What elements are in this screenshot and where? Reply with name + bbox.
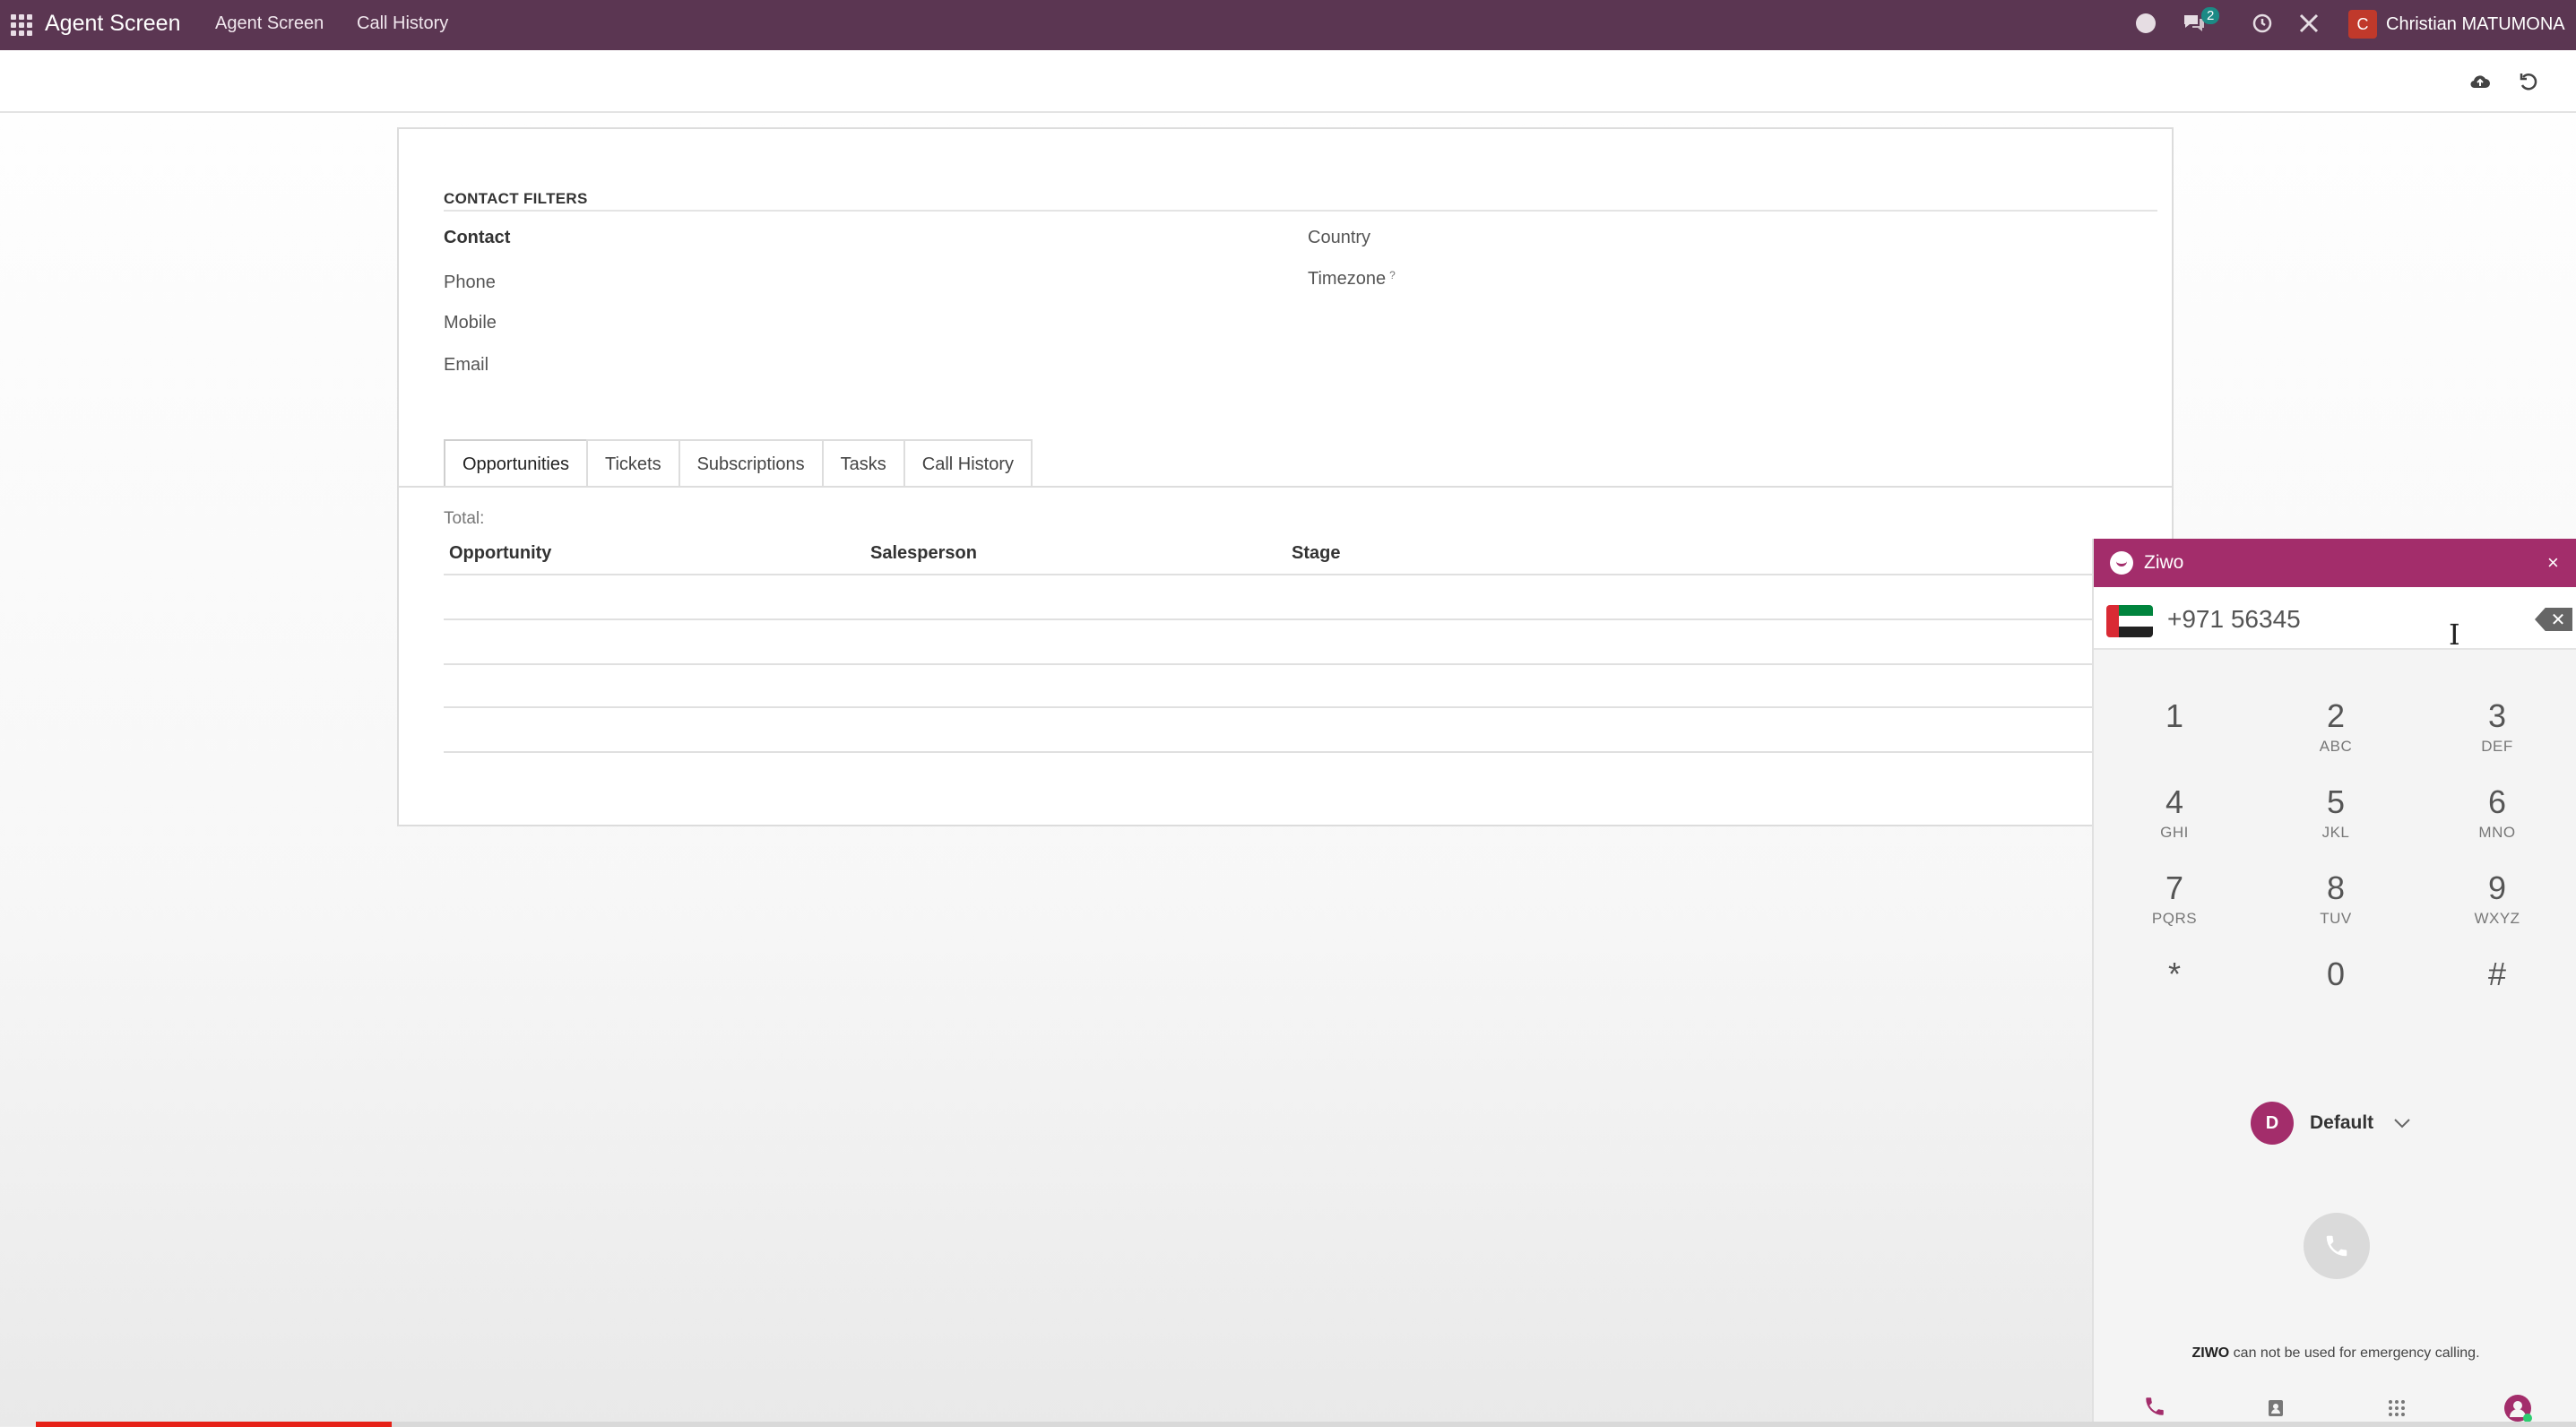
apps-menu-icon[interactable] xyxy=(9,13,32,36)
dial-key-1[interactable] xyxy=(2094,610,2201,682)
user-menu[interactable]: C Christian MATUMONA xyxy=(2348,10,2565,39)
help-tooltip-icon[interactable]: ? xyxy=(1389,269,1396,281)
activity-clock-icon[interactable] xyxy=(2250,11,2275,36)
contact-filters-title: CONTACT FILTERS xyxy=(444,190,588,207)
call-button[interactable] xyxy=(2304,1213,2370,1279)
emergency-disclaimer: ZIWO can not be used for emergency calli… xyxy=(2191,1345,2480,1361)
queue-avatar: D xyxy=(2251,1102,2294,1145)
dial-key-star[interactable]: * xyxy=(2121,956,2228,1028)
dial-key-2[interactable]: 2 ABC xyxy=(2282,698,2390,770)
close-icon[interactable]: × xyxy=(2547,551,2559,575)
nav-item-call-history[interactable]: Call History xyxy=(357,13,448,34)
tab-opportunities[interactable]: Opportunities xyxy=(444,439,588,488)
dialer-title: Ziwo xyxy=(2144,552,2184,573)
column-salesperson[interactable]: Salesperson xyxy=(870,543,977,564)
tab-subscriptions[interactable]: Subscriptions xyxy=(678,439,824,488)
dialer-header: Ziwo × xyxy=(2094,539,2576,587)
dial-key-4[interactable]: 4 GHI xyxy=(2121,784,2228,856)
user-avatar: C xyxy=(2348,10,2377,39)
debug-tools-icon[interactable] xyxy=(2296,11,2321,36)
tab-tickets[interactable]: Tickets xyxy=(585,439,680,488)
section-divider xyxy=(444,210,2157,212)
dial-key-hash[interactable]: # xyxy=(2443,956,2551,1028)
table-header-rule xyxy=(444,574,2147,575)
app-brand[interactable]: Agent Screen xyxy=(45,11,181,37)
dial-key-7[interactable]: 7 PQRS xyxy=(2121,870,2228,942)
nav-item-agent-screen[interactable]: Agent Screen xyxy=(215,13,324,34)
dial-key-5[interactable]: 5 JKL xyxy=(2282,784,2390,856)
timezone-label: Timezone? xyxy=(1308,269,1396,289)
chevron-down-icon xyxy=(2393,1114,2411,1133)
dial-key-8[interactable]: 8 TUV xyxy=(2282,870,2390,942)
column-stage[interactable]: Stage xyxy=(1292,543,1340,564)
mobile-label: Mobile xyxy=(444,313,497,333)
agent-form-sheet: CONTACT FILTERS Contact Phone Mobile Ema… xyxy=(397,127,2174,826)
control-panel xyxy=(0,50,2576,113)
user-name: Christian MATUMONA xyxy=(2386,13,2565,34)
top-navbar: Agent Screen Agent Screen Call History 2… xyxy=(0,0,2576,50)
backspace-icon[interactable]: ✕ xyxy=(2535,608,2572,631)
dial-key-3[interactable]: 3 DEF xyxy=(2443,698,2551,770)
email-label: Email xyxy=(444,355,489,375)
country-label: Country xyxy=(1308,228,1371,247)
phone-icon xyxy=(2326,1235,2347,1257)
messages-icon[interactable]: 2 xyxy=(2182,7,2220,36)
table-row xyxy=(444,663,2147,665)
phone-label: Phone xyxy=(444,272,496,292)
table-row xyxy=(444,706,2147,708)
table-row xyxy=(444,618,2147,620)
tab-tasks[interactable]: Tasks xyxy=(821,439,905,488)
ziwo-dialer-panel: Ziwo × ✕ I 1 2ABC 3DEF 4GHI 5JKL 6MNO 7P… xyxy=(2092,539,2576,1427)
status-icon[interactable] xyxy=(2133,11,2158,36)
column-opportunity[interactable]: Opportunity xyxy=(449,543,551,564)
ziwo-logo-icon xyxy=(2110,551,2133,575)
messages-badge: 2 xyxy=(2201,7,2220,24)
dial-key-1[interactable]: 1 xyxy=(2121,698,2228,770)
tab-call-history[interactable]: Call History xyxy=(903,439,1033,488)
contact-label[interactable]: Contact xyxy=(444,228,510,248)
notebook-tabs: Opportunities Tickets Subscriptions Task… xyxy=(444,439,1033,488)
video-progress-bar[interactable] xyxy=(36,1422,2576,1427)
tabs-divider xyxy=(399,486,2172,488)
dial-key-6[interactable]: 6 MNO xyxy=(2443,784,2551,856)
undo-icon[interactable] xyxy=(2515,68,2542,95)
dial-key-9[interactable]: 9 WXYZ xyxy=(2443,870,2551,942)
dial-key-0[interactable]: 0 xyxy=(2282,956,2390,1028)
cloud-upload-icon[interactable] xyxy=(2467,68,2494,95)
table-row xyxy=(444,751,2147,753)
video-progress-fill xyxy=(36,1422,392,1427)
queue-label: Default xyxy=(2310,1112,2374,1133)
queue-selector[interactable]: D Default xyxy=(2251,1102,2411,1145)
mouse-text-cursor-icon: I xyxy=(2449,618,2460,652)
total-label: Total: xyxy=(444,509,485,528)
